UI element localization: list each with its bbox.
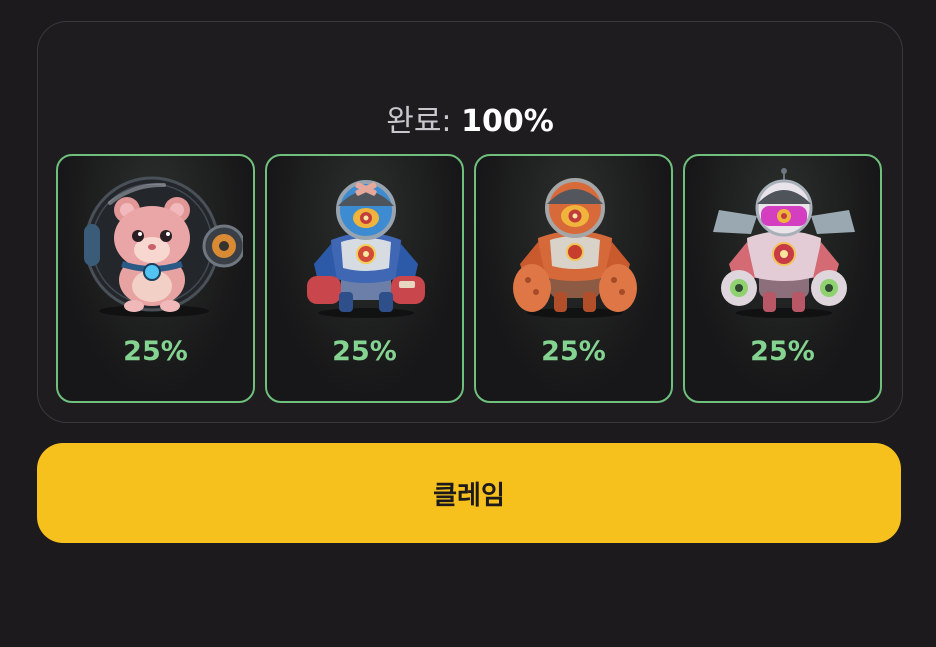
card-orange-robot[interactable]: 25%: [474, 154, 673, 403]
card-percent: 25%: [541, 336, 606, 367]
completion-status: 완료: 100%: [38, 96, 902, 140]
card-percent: 25%: [123, 336, 188, 367]
card-percent: 25%: [332, 336, 397, 367]
card-percent: 25%: [750, 336, 815, 367]
card-pink-robot[interactable]: 25%: [683, 154, 882, 403]
card-blue-robot[interactable]: 25%: [265, 154, 464, 403]
completion-value: 100%: [461, 104, 554, 139]
hamster-ball-icon: [84, 176, 243, 317]
blue-robot-icon: [307, 180, 425, 318]
claim-button[interactable]: 클레임: [37, 443, 901, 543]
orange-robot-icon: [513, 178, 637, 318]
pink-robot-icon: [713, 168, 855, 318]
rewards-panel: 완료: 100% 25% 25% 25% 25%: [37, 21, 903, 423]
completion-label: 완료:: [386, 104, 452, 139]
card-hamster[interactable]: 25%: [56, 154, 255, 403]
